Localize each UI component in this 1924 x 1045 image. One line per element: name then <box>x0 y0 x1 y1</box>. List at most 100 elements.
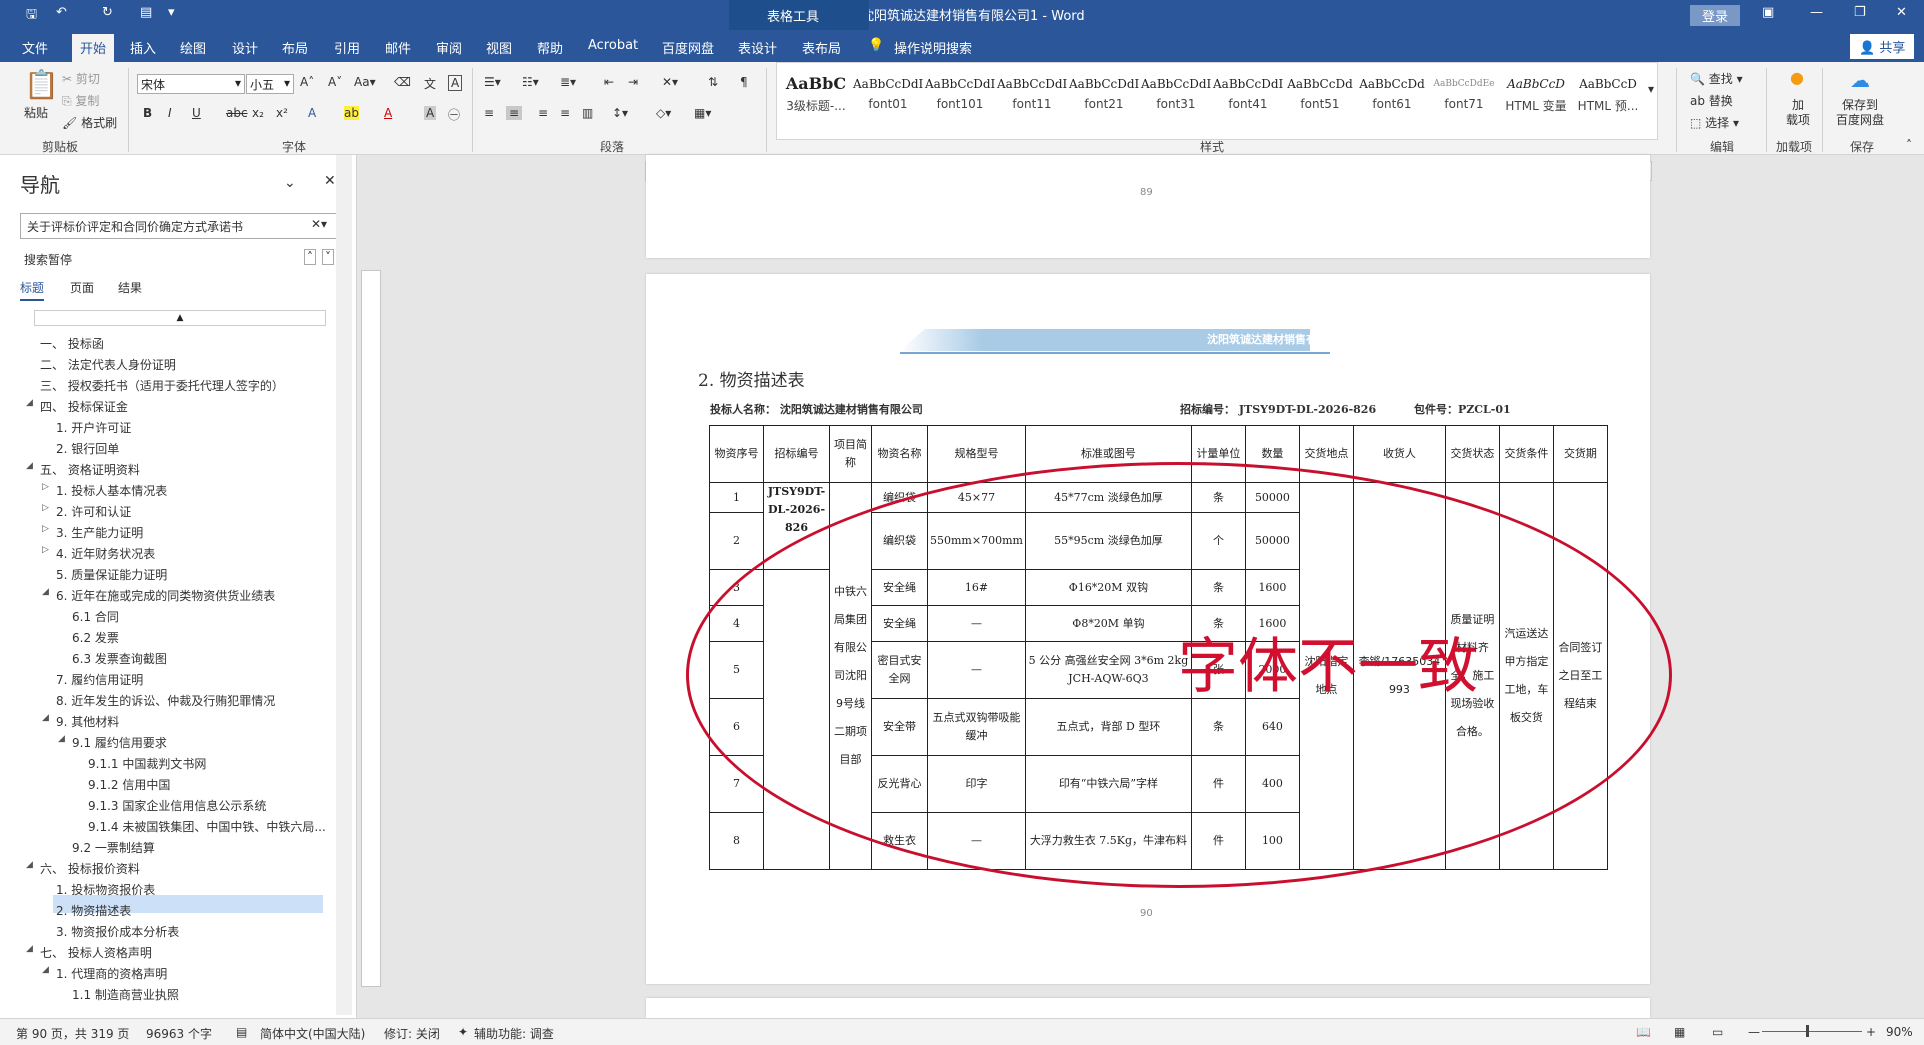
expand-toggle-icon[interactable]: ▷ <box>42 524 49 534</box>
distributed-icon[interactable]: ▥ <box>582 106 593 120</box>
nav-scrollbar[interactable] <box>336 155 352 1015</box>
read-mode-icon[interactable]: 📖 <box>1636 1025 1651 1039</box>
text-effects-icon[interactable]: A <box>308 106 316 120</box>
style-item[interactable]: AaBbCcDd font51 <box>1285 71 1355 131</box>
bold-icon[interactable]: B <box>143 106 152 120</box>
zoom-out-icon[interactable]: — <box>1748 1025 1760 1039</box>
redo-icon[interactable]: ↻ <box>102 5 113 20</box>
nav-heading-item[interactable]: 2. 许可和认证 <box>56 503 131 520</box>
close-icon[interactable]: ✕ <box>1896 5 1907 20</box>
nav-heading-item[interactable]: 9. 其他材料 <box>56 713 119 730</box>
borders-icon[interactable]: ▦▾ <box>694 106 711 120</box>
collapse-ribbon-icon[interactable]: ˄ <box>1906 138 1912 152</box>
tell-me-search[interactable]: 操作说明搜索 <box>894 38 972 57</box>
nav-heading-item[interactable]: 9.1.3 国家企业信用信息公示系统 <box>88 797 266 814</box>
gallery-more-icon[interactable]: ▾ <box>1648 82 1654 96</box>
replace-button[interactable]: ab 替换 <box>1690 92 1733 109</box>
cut-button[interactable]: ✂ 剪切 <box>62 70 100 87</box>
addins-button[interactable]: 加 载项 <box>1786 98 1810 128</box>
clear-format-icon[interactable]: ⌫ <box>394 75 411 89</box>
find-button[interactable]: 🔍 查找 ▾ <box>1690 70 1743 87</box>
baidu-cloud-icon[interactable]: ☁ <box>1850 68 1870 92</box>
nav-heading-item[interactable]: 7. 履约信用证明 <box>56 671 143 688</box>
nav-scroll-up[interactable]: ▲ <box>34 310 326 326</box>
increase-indent-icon[interactable]: ⇥ <box>628 75 638 89</box>
show-marks-icon[interactable]: ¶ <box>740 75 748 89</box>
style-item[interactable]: AaBbCcDdI font11 <box>997 71 1067 131</box>
tab-home[interactable]: 开始 <box>72 34 115 63</box>
copy-button[interactable]: ⎘ 复制 <box>62 92 99 109</box>
nav-heading-item[interactable]: 五、 资格证明资料 <box>40 461 140 478</box>
change-case-icon[interactable]: Aa▾ <box>354 75 376 89</box>
style-item[interactable]: AaBbCcDdI font21 <box>1069 71 1139 131</box>
style-item[interactable]: AaBbCcDdEe font71 <box>1429 71 1499 131</box>
nav-heading-item[interactable]: 4. 近年财务状况表 <box>56 545 155 562</box>
proofing-icon[interactable]: ▤ <box>236 1025 247 1039</box>
align-right-icon[interactable]: ≡ <box>538 106 548 120</box>
zoom-level[interactable]: 90% <box>1886 1025 1913 1039</box>
print-layout-icon[interactable]: ▦ <box>1674 1025 1685 1039</box>
style-item[interactable]: AaBbC 3级标题-... <box>781 71 851 131</box>
minimize-icon[interactable]: — <box>1810 5 1823 20</box>
style-item[interactable]: AaBbCcDdI font01 <box>853 71 923 131</box>
expand-toggle-icon[interactable]: ◢ <box>42 965 49 975</box>
track-changes[interactable]: 修订: 关闭 <box>384 1025 440 1042</box>
font-color-icon[interactable]: A <box>384 106 392 120</box>
nav-heading-item[interactable]: 四、 投标保证金 <box>40 398 128 415</box>
table-cell[interactable]: 2 <box>709 512 764 570</box>
nav-heading-item[interactable]: 5. 质量保证能力证明 <box>56 566 167 583</box>
multilevel-list-icon[interactable]: ≣▾ <box>560 75 576 89</box>
tab-mailings[interactable]: 邮件 <box>385 38 411 57</box>
web-layout-icon[interactable]: ▭ <box>1712 1025 1723 1039</box>
page-count[interactable]: 第 90 页，共 319 页 <box>16 1025 129 1042</box>
tab-view[interactable]: 视图 <box>486 38 512 57</box>
expand-toggle-icon[interactable]: ◢ <box>26 944 33 954</box>
next-result-icon[interactable]: ˅ <box>322 249 334 265</box>
nav-close-icon[interactable]: ✕ <box>324 173 336 189</box>
italic-icon[interactable]: I <box>168 106 172 120</box>
ribbon-display-icon[interactable]: ▣ <box>1762 5 1774 20</box>
nav-heading-item[interactable]: 9.1 履约信用要求 <box>72 734 167 751</box>
save-baidu-button[interactable]: 保存到 百度网盘 <box>1836 98 1884 128</box>
nav-heading-item[interactable]: 9.1.1 中国裁判文书网 <box>88 755 206 772</box>
share-button[interactable]: 👤 共享 <box>1850 34 1915 59</box>
numbering-icon[interactable]: ☷▾ <box>522 75 539 89</box>
expand-toggle-icon[interactable]: ▷ <box>42 482 49 492</box>
undo-icon[interactable]: ↶ <box>56 5 67 20</box>
style-item[interactable]: AaBbCcDdI font101 <box>925 71 995 131</box>
align-left-icon[interactable]: ≡ <box>484 106 494 120</box>
nav-heading-item[interactable]: 6.1 合同 <box>72 608 119 625</box>
nav-tab-headings[interactable]: 标题 <box>20 279 45 301</box>
tab-baidu[interactable]: 百度网盘 <box>662 38 714 57</box>
language[interactable]: 简体中文(中国大陆) <box>260 1025 365 1042</box>
nav-heading-item[interactable]: 三、 授权委托书（适用于委托代理人签字的） <box>40 377 284 394</box>
nav-heading-item[interactable]: 七、 投标人资格声明 <box>40 944 152 961</box>
expand-toggle-icon[interactable]: ▷ <box>42 503 49 513</box>
zoom-slider[interactable] <box>1762 1031 1862 1032</box>
highlight-icon[interactable]: ab <box>344 106 359 120</box>
tab-help[interactable]: 帮助 <box>537 38 563 57</box>
style-item[interactable]: AaBbCcDdI font31 <box>1141 71 1211 131</box>
expand-toggle-icon[interactable]: ◢ <box>26 398 33 408</box>
superscript-icon[interactable]: x² <box>276 106 288 120</box>
word-count[interactable]: 96963 个字 <box>146 1025 212 1042</box>
save-icon[interactable]: 🖫 <box>26 5 37 27</box>
nav-heading-item[interactable]: 1.1 制造商营业执照 <box>72 986 179 1003</box>
nav-heading-item[interactable]: 六、 投标报价资料 <box>40 860 140 877</box>
nav-heading-item[interactable]: 一、 投标函 <box>40 335 104 352</box>
tab-draw[interactable]: 绘图 <box>180 38 206 57</box>
nav-search-input[interactable]: 关于评标价评定和合同价确定方式承诺书 <box>27 218 243 235</box>
restore-icon[interactable]: ❐ <box>1854 5 1866 20</box>
expand-toggle-icon[interactable]: ◢ <box>26 461 33 471</box>
nav-heading-item[interactable]: 6.2 发票 <box>72 629 119 646</box>
style-item[interactable]: AaBbCcD HTML 预... <box>1573 71 1643 131</box>
font-name-select[interactable]: 宋体 ▾ <box>137 74 245 94</box>
align-center-icon[interactable]: ≡ <box>506 106 523 120</box>
clear-search-icon[interactable]: ✕▾ <box>311 217 327 231</box>
tab-table-layout[interactable]: 表布局 <box>802 38 841 57</box>
format-painter-button[interactable]: 🖌 格式刷 <box>62 114 117 131</box>
accessibility-status[interactable]: 辅助功能: 调查 <box>474 1025 554 1042</box>
char-shading-icon[interactable]: A <box>424 106 437 120</box>
tab-design[interactable]: 设计 <box>232 38 258 57</box>
tab-insert[interactable]: 插入 <box>130 38 156 57</box>
